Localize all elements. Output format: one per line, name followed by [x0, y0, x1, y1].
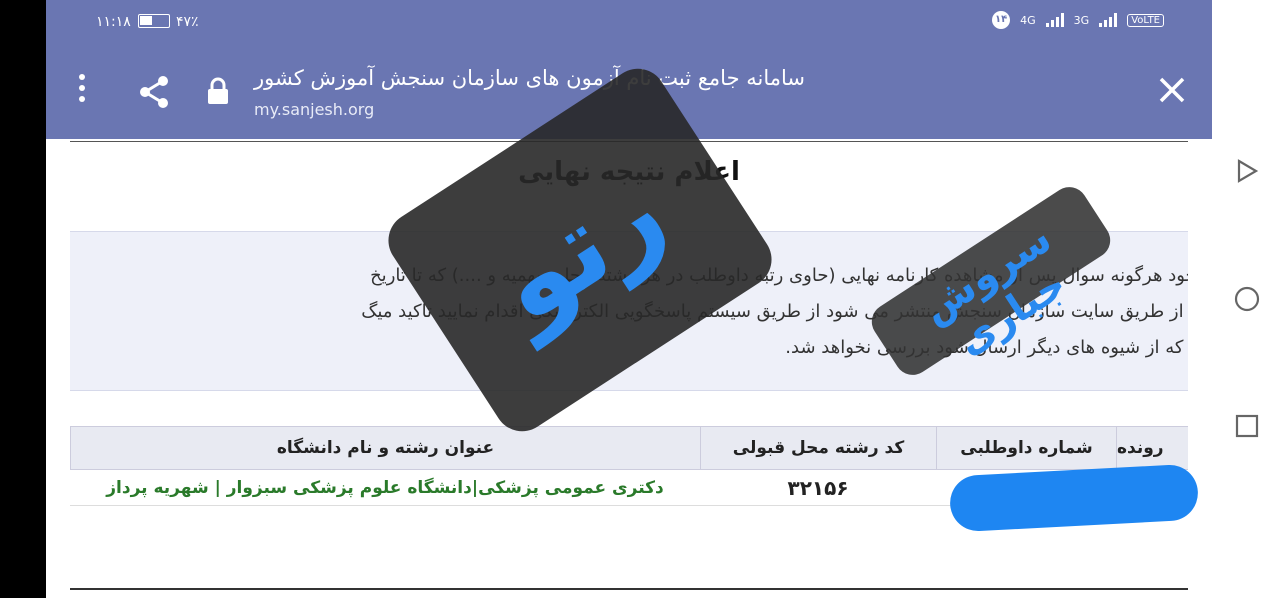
header-field-code: کد رشته محل قبولی	[700, 427, 936, 469]
header-file: رونده	[1116, 427, 1188, 469]
android-nav-bar	[1212, 0, 1280, 598]
signal-label-4g: 4G	[1020, 13, 1036, 27]
battery-icon	[138, 14, 170, 28]
status-icons: ۱۴ 4G 3G VoLTE	[992, 11, 1164, 29]
share-icon[interactable]	[136, 74, 172, 110]
status-time: ۱۱:۱۸	[96, 14, 131, 30]
lock-icon	[208, 77, 228, 104]
close-icon[interactable]	[1158, 76, 1186, 104]
page-title: سامانه جامع ثبت نام آزمون های سازمان سنج…	[254, 66, 805, 90]
cell-field-code: ۳۲۱۵۶	[787, 475, 849, 500]
back-triangle-icon[interactable]	[1234, 158, 1260, 184]
recents-square-icon[interactable]	[1234, 413, 1260, 439]
more-options-icon[interactable]	[76, 74, 88, 110]
header-field-title: عنوان رشته و نام دانشگاه	[70, 427, 700, 469]
cell-field-title: دکتری عمومی پزشکی|دانشگاه علوم پزشکی سبز…	[106, 477, 664, 498]
browser-screen: ۱۱:۱۸ ۴۷٪ ۱۴ 4G 3G VoLTE سامانه جامع ثبت…	[46, 0, 1212, 598]
battery-percent: ۴۷٪	[176, 14, 199, 30]
signal-icon-2	[1099, 13, 1118, 27]
page-url[interactable]: my.sanjesh.org	[254, 100, 374, 119]
signal-label-3g: 3G	[1073, 13, 1090, 27]
home-circle-icon[interactable]	[1234, 286, 1260, 312]
volte-badge: VoLTE	[1127, 13, 1164, 27]
status-bar: ۱۱:۱۸ ۴۷٪ ۱۴ 4G 3G VoLTE	[46, 0, 1212, 44]
notification-badge: ۱۴	[992, 11, 1011, 29]
table-header: رونده شماره داوطلبی کد رشته محل قبولی عن…	[70, 426, 1188, 470]
signal-icon	[1045, 13, 1064, 27]
header-applicant-number: شماره داوطلبی	[936, 427, 1116, 469]
divider	[70, 588, 1188, 590]
